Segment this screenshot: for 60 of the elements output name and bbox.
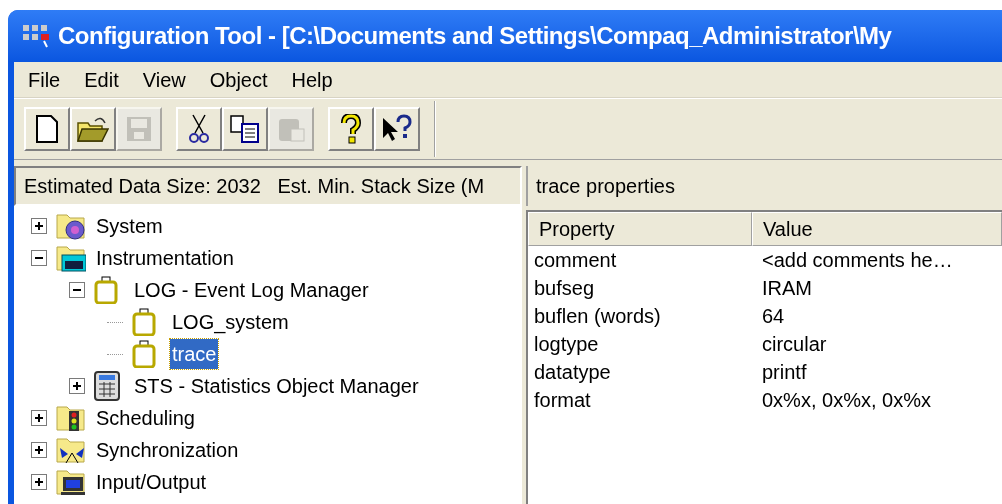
expand-toggle[interactable] bbox=[31, 474, 47, 490]
tree-item[interactable]: LOG - Event Log Manager bbox=[132, 275, 371, 305]
copy-pages-icon bbox=[230, 115, 260, 143]
menu-item[interactable]: View bbox=[138, 64, 190, 95]
folder-globe-icon bbox=[56, 212, 86, 240]
expand-toggle[interactable] bbox=[69, 378, 85, 394]
menu-item[interactable]: Help bbox=[287, 64, 337, 95]
size-summary: Estimated Data Size: 2032 Est. Min. Stack Size (M bbox=[14, 166, 522, 206]
tree-item[interactable]: Synchronization bbox=[94, 435, 241, 465]
column-header[interactable]: Property bbox=[528, 212, 752, 246]
property-name: datatype bbox=[533, 360, 612, 385]
tree-item[interactable]: System bbox=[94, 211, 165, 241]
contexthelp-button[interactable] bbox=[374, 107, 420, 151]
jar-icon bbox=[132, 340, 156, 368]
property-value: 0x%x, 0x%x, 0x%x bbox=[761, 388, 931, 413]
property-value: IRAM bbox=[761, 276, 812, 301]
property-value: circular bbox=[761, 332, 827, 357]
collapse-toggle[interactable] bbox=[31, 250, 47, 266]
app-grid-icon bbox=[22, 23, 52, 49]
property-name: comment bbox=[533, 248, 618, 273]
jar-icon bbox=[132, 308, 156, 336]
help-button[interactable] bbox=[328, 107, 374, 151]
property-name: logtype bbox=[533, 332, 600, 357]
tree-item[interactable]: trace bbox=[170, 339, 219, 369]
collapse-toggle[interactable] bbox=[69, 282, 85, 298]
expand-toggle[interactable] bbox=[31, 442, 47, 458]
property-value: 64 bbox=[761, 304, 785, 329]
scissors-icon bbox=[188, 113, 210, 145]
property-name: bufseg bbox=[533, 276, 596, 301]
pointer-question-icon bbox=[381, 114, 413, 144]
new-button[interactable] bbox=[24, 107, 70, 151]
menu-item[interactable]: File bbox=[24, 64, 65, 95]
menu-item[interactable]: Edit bbox=[80, 64, 123, 95]
folder-traffic-light-icon bbox=[56, 404, 86, 432]
folder-keypad-icon bbox=[56, 244, 86, 272]
jar-icon bbox=[94, 276, 118, 304]
open-button[interactable] bbox=[70, 107, 116, 151]
tree-item[interactable]: STS - Statistics Object Manager bbox=[132, 371, 421, 401]
tree-item[interactable]: Input/Output bbox=[94, 467, 209, 497]
cut-button[interactable] bbox=[176, 107, 222, 151]
tree-item[interactable]: Instrumentation bbox=[94, 243, 236, 273]
property-value: <add comments he… bbox=[761, 248, 953, 273]
tree-item[interactable]: Scheduling bbox=[94, 403, 197, 433]
panel-title: trace properties bbox=[526, 166, 1002, 206]
tree-item[interactable]: LOG_system bbox=[170, 307, 291, 337]
window-title: Configuration Tool - [C:\Documents and Settings\Compaq_Administrator\My bbox=[58, 21, 892, 51]
folder-flags-icon bbox=[56, 436, 86, 464]
menu-item[interactable]: Object bbox=[205, 64, 272, 95]
property-name: buflen (words) bbox=[533, 304, 662, 329]
expand-toggle[interactable] bbox=[31, 410, 47, 426]
column-header[interactable]: Value bbox=[752, 212, 1002, 246]
folder-icon bbox=[77, 115, 109, 143]
blank-page-icon bbox=[36, 115, 58, 143]
expand-toggle[interactable] bbox=[31, 218, 47, 234]
property-value: printf bbox=[761, 360, 807, 385]
calculator-icon bbox=[94, 371, 120, 401]
folder-monitor-icon bbox=[56, 468, 86, 496]
copy-button[interactable] bbox=[222, 107, 268, 151]
property-name: format bbox=[533, 388, 592, 413]
question-mark-icon bbox=[340, 114, 362, 144]
